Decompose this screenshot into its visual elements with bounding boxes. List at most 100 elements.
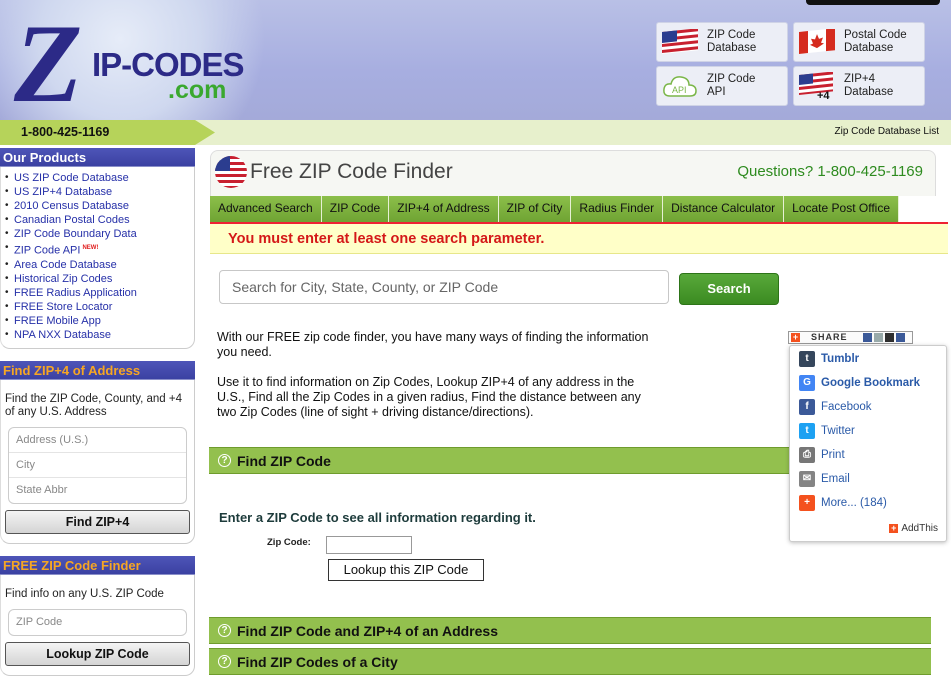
help-icon: ? [218, 624, 231, 637]
us-flag-circle-icon [215, 156, 247, 188]
product-link-historical-zip-codes[interactable]: Historical Zip Codes [5, 272, 194, 286]
product-label: Area Code Database [14, 258, 117, 271]
section-find-zip-of-city[interactable]: ? Find ZIP Codes of a City [209, 648, 931, 675]
share-item-print[interactable]: ⎙ Print [799, 446, 845, 464]
section-title: Find ZIP Code and ZIP+4 of an Address [237, 623, 498, 639]
find-zip4-title: Find ZIP+4 of Address [0, 361, 195, 380]
addthis-plus-icon: + [889, 523, 899, 533]
svg-text:+4: +4 [817, 90, 830, 100]
product-link-free-store-locator[interactable]: FREE Store Locator [5, 300, 194, 314]
digg-icon [874, 333, 883, 342]
questions-phone[interactable]: Questions? 1-800-425-1169 [737, 163, 923, 180]
share-item-label: Print [821, 449, 845, 461]
phone-number[interactable]: 1-800-425-1169 [21, 125, 109, 139]
phone-bar: 1-800-425-1169 Zip Code Database List [0, 120, 951, 145]
api-cloud-icon: API [661, 72, 699, 100]
addthis-brand[interactable]: + AddThis [889, 523, 938, 534]
product-link-us-zip-code-database[interactable]: US ZIP Code Database [5, 171, 194, 185]
logo-com: .com [168, 76, 227, 104]
more-plus-icon: + [799, 495, 815, 511]
share-button[interactable]: + SHARE [788, 331, 913, 344]
new-badge: NEW! [82, 245, 99, 251]
product-link-free-mobile-app[interactable]: FREE Mobile App [5, 314, 194, 328]
zip-code-api-button[interactable]: API ZIP Code API [656, 66, 788, 106]
product-label: Historical Zip Codes [14, 272, 113, 285]
zip-code-label: Zip Code: [267, 537, 311, 548]
share-menu: t Tumblr G Google Bookmark f Facebook t Twitter… [789, 345, 947, 542]
free-zip-finder-box: FREE ZIP Code Finder Find info on any U.… [0, 556, 195, 676]
canada-flag-icon [798, 28, 836, 56]
share-item-google[interactable]: G Google Bookmark [799, 374, 920, 392]
product-link-free-radius-application[interactable]: FREE Radius Application [5, 286, 194, 300]
lookup-this-zip-code-button[interactable]: Lookup this ZIP Code [328, 559, 484, 581]
product-label: 2010 Census Database [14, 200, 129, 212]
address-field[interactable]: Address (U.S.) [9, 428, 186, 453]
section-title: Find ZIP Code [237, 453, 331, 469]
delicious-icon [863, 333, 872, 342]
twitter-icon: t [799, 423, 815, 439]
free-zip-finder-title: FREE ZIP Code Finder [0, 556, 195, 575]
site-header: Z IP-CODES .com ZIP Code Database Postal… [0, 0, 951, 120]
zip-code-database-label: ZIP Code Database [707, 29, 757, 54]
zip-code-field[interactable]: ZIP Code [9, 610, 186, 635]
our-products-title: Our Products [0, 148, 195, 167]
section-find-zip-and-zip4[interactable]: ? Find ZIP Code and ZIP+4 of an Address [209, 617, 931, 644]
tab-radius-finder[interactable]: Radius Finder [571, 196, 664, 222]
lookup-zip-code-button[interactable]: Lookup ZIP Code [5, 642, 190, 666]
product-label: US ZIP+4 Database [14, 186, 113, 198]
zip-code-input[interactable] [326, 536, 412, 554]
product-label: FREE Mobile App [14, 314, 101, 327]
share-item-email[interactable]: ✉ Email [799, 470, 850, 488]
share-label: SHARE [811, 332, 848, 342]
product-link-zip-code-api[interactable]: ZIP Code APINEW! [5, 241, 194, 258]
zip-code-api-label: ZIP Code API [707, 73, 756, 98]
share-item-more-plus[interactable]: + More... (184) [799, 494, 887, 512]
share-item-tumblr[interactable]: t Tumblr [799, 350, 859, 368]
find-zip4-button[interactable]: Find ZIP+4 [5, 510, 190, 534]
share-item-twitter[interactable]: t Twitter [799, 422, 855, 440]
zip-code-database-button[interactable]: ZIP Code Database [656, 22, 788, 62]
tab-zip-of-city[interactable]: ZIP of City [498, 196, 572, 222]
find-zip4-body: Find the ZIP Code, County, and +4 of any… [0, 380, 195, 544]
google-icon: G [799, 375, 815, 391]
find-zip4-box: Find ZIP+4 of Address Find the ZIP Code,… [0, 361, 195, 544]
product-link-us-zip-4-database[interactable]: US ZIP+4 Database [5, 185, 194, 199]
share-item-label: Twitter [821, 425, 855, 437]
product-link-npa-nxx-database[interactable]: NPA NXX Database [5, 328, 194, 342]
product-label: US ZIP Code Database [14, 172, 129, 184]
product-link-area-code-database[interactable]: Area Code Database [5, 258, 194, 272]
help-icon: ? [218, 655, 231, 668]
share-item-label: Facebook [821, 401, 872, 413]
product-label: ZIP Code Boundary Data [14, 228, 137, 240]
state-abbr-field[interactable]: State Abbr [9, 478, 186, 503]
postal-code-database-button[interactable]: Postal Code Database [793, 22, 925, 62]
help-icon: ? [218, 454, 231, 467]
zip4-database-button[interactable]: +4 ZIP+4 Database [793, 66, 925, 106]
tab-locate-post-office[interactable]: Locate Post Office [784, 196, 899, 222]
share-item-label: Email [821, 473, 850, 485]
search-tabs: Advanced Search ZIP Code ZIP+4 of Addres… [210, 196, 920, 222]
search-input[interactable]: Search for City, State, County, or ZIP C… [219, 270, 669, 304]
product-link-zip-code-boundary-data[interactable]: ZIP Code Boundary Data [5, 227, 194, 241]
facebook-mini-icon [896, 333, 905, 342]
share-mini-icons [863, 333, 905, 342]
share-item-facebook[interactable]: f Facebook [799, 398, 872, 416]
enter-zip-instructions: Enter a ZIP Code to see all information … [219, 510, 536, 525]
tab-zip4-of-address[interactable]: ZIP+4 of Address [389, 196, 499, 222]
product-list: US ZIP Code Database US ZIP+4 Database 201… [1, 167, 194, 348]
our-products-box: Our Products US ZIP Code Database US ZIP+… [0, 148, 195, 349]
city-field[interactable]: City [9, 453, 186, 478]
tab-distance-calculator[interactable]: Distance Calculator [663, 196, 785, 222]
zip-code-database-list-link[interactable]: Zip Code Database List [834, 126, 939, 137]
tab-zip-code[interactable]: ZIP Code [321, 196, 390, 222]
product-link-canadian-postal-codes[interactable]: Canadian Postal Codes [5, 213, 194, 227]
us-flag-plus4-icon: +4 [798, 72, 836, 100]
logo-z: Z [14, 2, 82, 120]
product-link-2010-census-database[interactable]: 2010 Census Database [5, 199, 194, 213]
tab-advanced-search[interactable]: Advanced Search [210, 196, 322, 222]
free-zip-finder-description: Find info on any U.S. ZIP Code [5, 588, 164, 600]
search-button[interactable]: Search [679, 273, 779, 305]
intro-paragraph-2: Use it to find information on Zip Codes,… [217, 375, 641, 419]
top-dark-tab [806, 0, 940, 5]
product-label: ZIP Code API [14, 244, 81, 257]
